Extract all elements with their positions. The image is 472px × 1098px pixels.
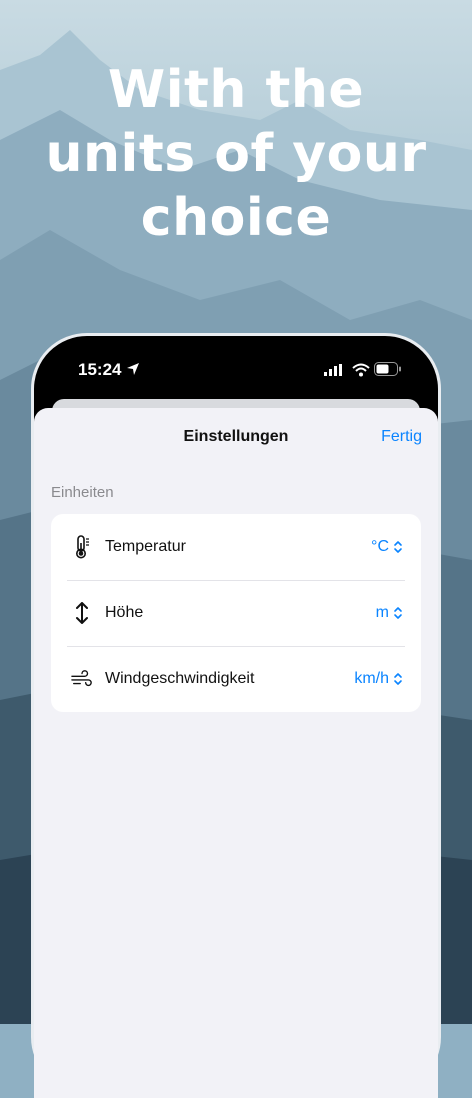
unit-row-altitude[interactable]: Höhe m (51, 580, 421, 646)
headline-line-1: With the (107, 60, 365, 120)
up-down-chevron-icon (393, 672, 403, 686)
unit-row-label: Höhe (105, 604, 144, 621)
status-time: 15:24 (78, 360, 122, 379)
section-header-units: Einheiten (51, 484, 114, 501)
unit-row-value[interactable]: km/h (354, 670, 389, 688)
unit-row-temperature[interactable]: Temperatur °C (51, 514, 421, 580)
wifi-icon (352, 363, 370, 377)
settings-sheet: Einstellungen Fertig Einheiten Temperatu… (34, 408, 438, 1098)
up-down-arrow-icon (71, 601, 93, 625)
units-card: Temperatur °C Höhe m Windgeschwindigkeit… (51, 514, 421, 712)
up-down-chevron-icon (393, 540, 403, 554)
battery-icon (374, 362, 401, 376)
unit-row-label: Temperatur (105, 538, 186, 555)
nav-title: Einstellungen (183, 428, 289, 445)
thermometer-icon (71, 535, 93, 559)
phone-frame: 15:24 Einstellungen Fertig Einheiten Tem… (31, 333, 441, 1098)
promo-headline: With the units of your choice (0, 58, 472, 250)
location-arrow-icon (127, 363, 139, 375)
headline-line-3: choice (140, 188, 332, 248)
wind-icon (71, 667, 93, 691)
up-down-chevron-icon (393, 606, 403, 620)
unit-row-value[interactable]: °C (371, 538, 389, 556)
unit-row-value[interactable]: m (376, 604, 389, 622)
headline-line-2: units of your (45, 124, 427, 184)
unit-row-wind-speed[interactable]: Windgeschwindigkeit km/h (51, 646, 421, 712)
done-button[interactable]: Fertig (381, 428, 422, 446)
unit-row-label: Windgeschwindigkeit (105, 670, 255, 687)
cellular-signal-icon (324, 364, 342, 376)
status-bar: 15:24 (34, 336, 438, 406)
